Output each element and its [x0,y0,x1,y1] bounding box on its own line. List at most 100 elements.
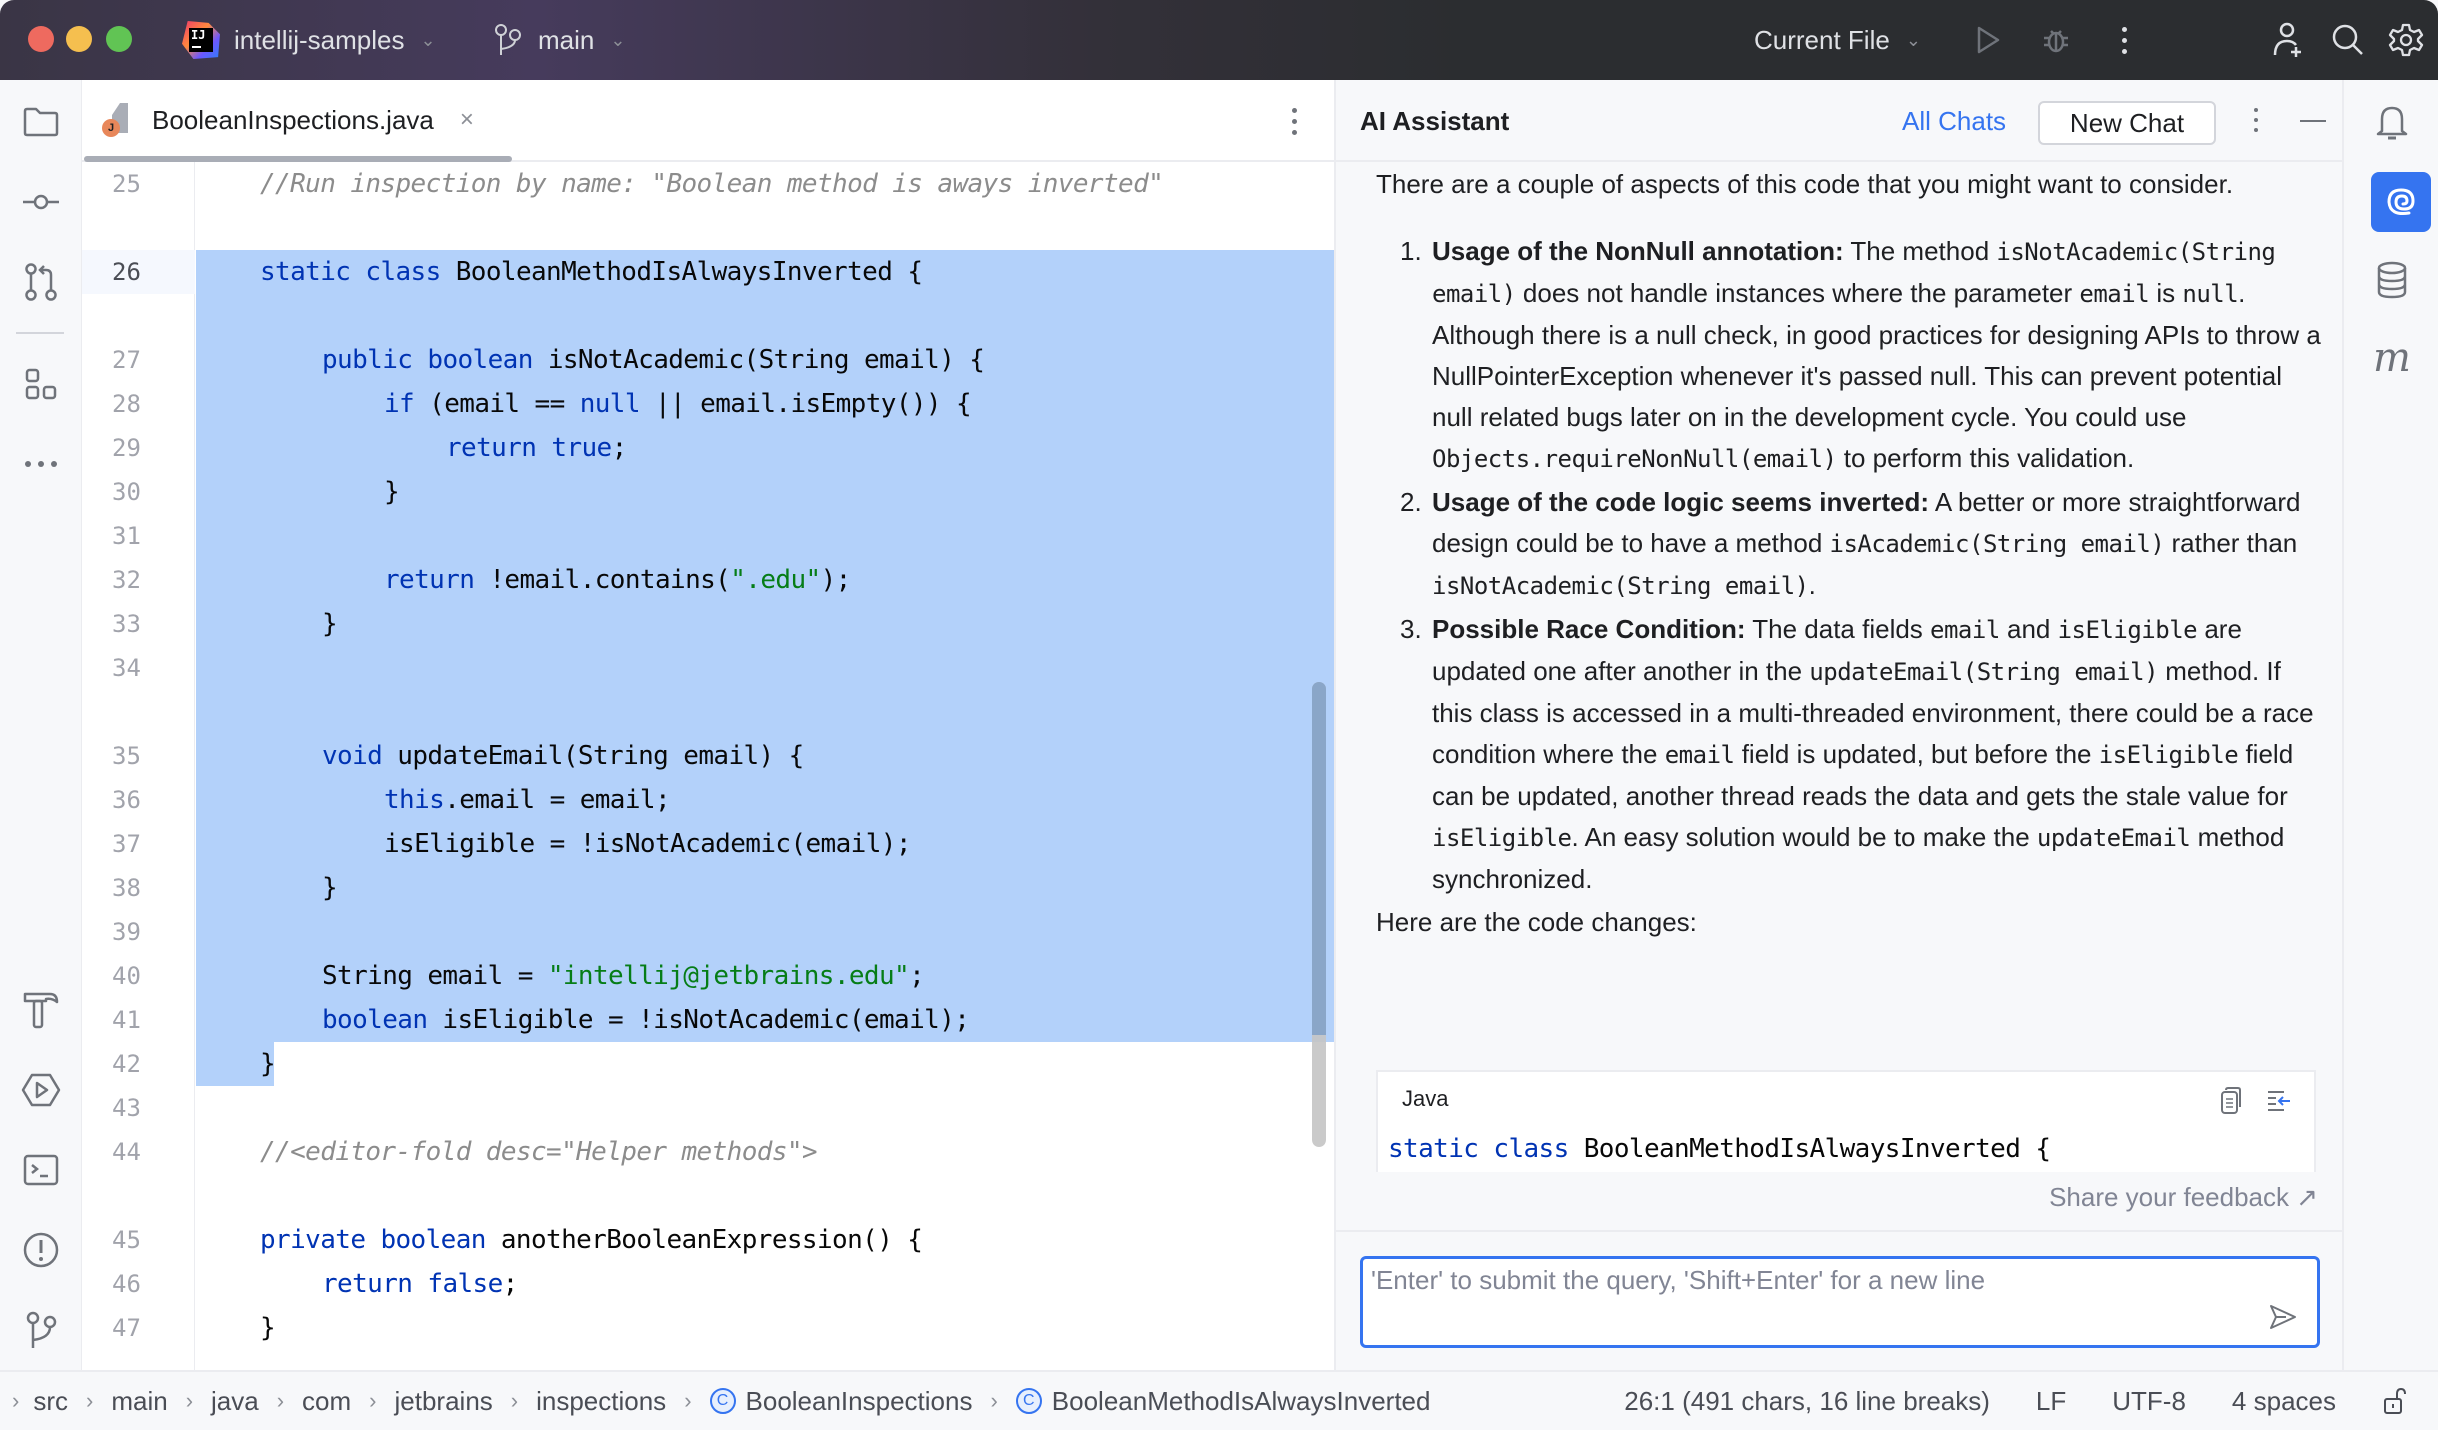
code-line[interactable]: } [384,470,400,514]
line-number[interactable]: 46 [82,1262,195,1306]
maven-icon[interactable]: m [2372,335,2412,381]
line-number[interactable]: 44 [82,1130,195,1174]
line-number[interactable]: 37 [82,822,195,866]
code-line[interactable]: //Run inspection by name: "Boolean metho… [260,162,1164,206]
editor-tab[interactable]: J BooleanInspections.java × [102,80,474,160]
cursor-position[interactable]: 26:1 (491 chars, 16 line breaks) [1624,1386,1990,1417]
line-number[interactable]: 40 [82,954,195,998]
breadcrumb-item[interactable]: src [33,1386,68,1417]
line-number[interactable]: 27 [82,338,195,382]
line-number[interactable]: 25 [82,162,195,206]
window-minimize-button[interactable] [66,26,92,52]
line-number[interactable]: 43 [82,1086,195,1130]
ai-panel-more-icon[interactable] [2254,108,2258,132]
editor-scrollbar-thumb[interactable] [1312,682,1326,1035]
insert-snippet-icon[interactable] [2264,1086,2294,1116]
project-folder-icon[interactable] [21,102,61,142]
code-line[interactable]: public boolean isNotAcademic(String emai… [322,338,985,382]
code-line[interactable]: return false; [322,1262,518,1306]
code-line[interactable]: //<editor-fold desc="Helper methods"> [260,1130,818,1174]
breadcrumb-item[interactable]: jetbrains [395,1386,493,1417]
run-config-selector[interactable]: Current File ⌄ [1754,0,1921,80]
debug-icon[interactable] [2036,20,2076,60]
new-chat-button[interactable]: New Chat [2038,101,2216,145]
more-tools-icon[interactable] [21,444,61,484]
project-selector[interactable]: IJ intellij-samples ⌄ [182,0,436,80]
breadcrumb-item[interactable]: java [211,1386,259,1417]
line-number[interactable]: 31 [82,514,195,558]
breadcrumb-item[interactable]: C BooleanInspections [709,1385,973,1417]
code-line[interactable]: return true; [446,426,627,470]
add-user-icon[interactable] [2268,20,2308,60]
line-number[interactable]: 32 [82,558,195,602]
line-number[interactable]: 42 [82,1042,195,1086]
copy-icon[interactable] [2216,1086,2246,1116]
code-line[interactable]: private boolean anotherBooleanExpression… [260,1218,923,1262]
close-icon[interactable]: × [460,106,474,134]
line-number[interactable]: 38 [82,866,195,910]
point-heading: Possible Race Condition: [1432,614,1746,644]
point-heading: Usage of the code logic seems inverted: [1432,487,1930,517]
line-number[interactable]: 35 [82,734,195,778]
line-number[interactable]: 39 [82,910,195,954]
code-line[interactable]: } [322,866,338,910]
ai-assistant-spiral-icon[interactable] [2371,172,2431,232]
breadcrumb-item[interactable]: C BooleanMethodIsAlwaysInverted [1015,1385,1431,1417]
breadcrumb-label: BooleanMethodIsAlwaysInverted [1051,1385,1431,1416]
code-line[interactable]: static class BooleanMethodIsAlwaysInvert… [260,250,923,294]
problems-icon[interactable] [21,1230,61,1270]
line-number[interactable]: 41 [82,998,195,1042]
build-hammer-icon[interactable] [21,990,61,1030]
run-icon[interactable] [1968,20,2008,60]
code-line[interactable]: isEligible = !isNotAcademic(email); [384,822,911,866]
line-number[interactable]: 33 [82,602,195,646]
line-number[interactable]: 28 [82,382,195,426]
line-number[interactable]: 30 [82,470,195,514]
more-vertical-icon[interactable] [2104,20,2144,60]
code-line[interactable]: } [260,1042,276,1086]
line-number[interactable]: 36 [82,778,195,822]
breadcrumb-label: java [211,1385,259,1416]
branch-selector[interactable]: main ⌄ [494,0,625,80]
code-line[interactable]: return !email.contains(".edu"); [384,558,851,602]
code-line[interactable]: void updateEmail(String email) { [322,734,804,778]
indent-setting[interactable]: 4 spaces [2232,1386,2336,1417]
terminal-icon[interactable] [21,1150,61,1190]
code-line[interactable]: if (email == null || email.isEmpty()) { [384,382,972,426]
line-number[interactable]: 47 [82,1306,195,1350]
minimize-panel-icon[interactable] [2300,120,2326,122]
share-feedback-link[interactable]: Share your feedback ↗ [2049,1182,2318,1213]
line-number[interactable]: 45 [82,1218,195,1262]
code-line[interactable]: String email = "intellij@jetbrains.edu"; [322,954,925,998]
code-line[interactable]: } [322,602,338,646]
line-number[interactable]: 29 [82,426,195,470]
breadcrumb-label: BooleanInspections [745,1385,973,1416]
editor-more-icon[interactable] [1292,108,1297,135]
structure-icon[interactable] [21,364,61,404]
file-encoding[interactable]: UTF-8 [2112,1386,2186,1417]
code-area[interactable]: //Run inspection by name: "Boolean metho… [196,162,1334,1370]
send-icon[interactable] [2265,1299,2301,1335]
all-chats-link[interactable]: All Chats [1902,80,2006,162]
code-line[interactable]: } [260,1306,276,1350]
pull-requests-icon[interactable] [21,262,61,302]
ai-prompt-input[interactable] [1371,1265,2251,1325]
window-close-button[interactable] [28,26,54,52]
settings-gear-icon[interactable] [2386,20,2426,60]
code-line[interactable]: boolean isEligible = !isNotAcademic(emai… [322,998,970,1042]
code-line[interactable]: this.email = email; [384,778,671,822]
breadcrumb-item[interactable]: main [111,1386,167,1417]
line-number[interactable]: 26 [82,250,195,294]
database-icon[interactable] [2372,260,2412,300]
breadcrumb-item[interactable]: com [302,1386,351,1417]
lock-icon[interactable] [2382,1386,2408,1416]
line-number[interactable]: 34 [82,646,195,690]
services-run-icon[interactable] [21,1070,61,1110]
breadcrumb-item[interactable]: inspections [536,1386,666,1417]
commit-icon[interactable] [21,182,61,222]
notifications-bell-icon[interactable] [2372,102,2412,142]
line-separator[interactable]: LF [2036,1386,2066,1417]
window-zoom-button[interactable] [106,26,132,52]
git-icon[interactable] [21,1310,61,1350]
search-icon[interactable] [2328,20,2368,60]
